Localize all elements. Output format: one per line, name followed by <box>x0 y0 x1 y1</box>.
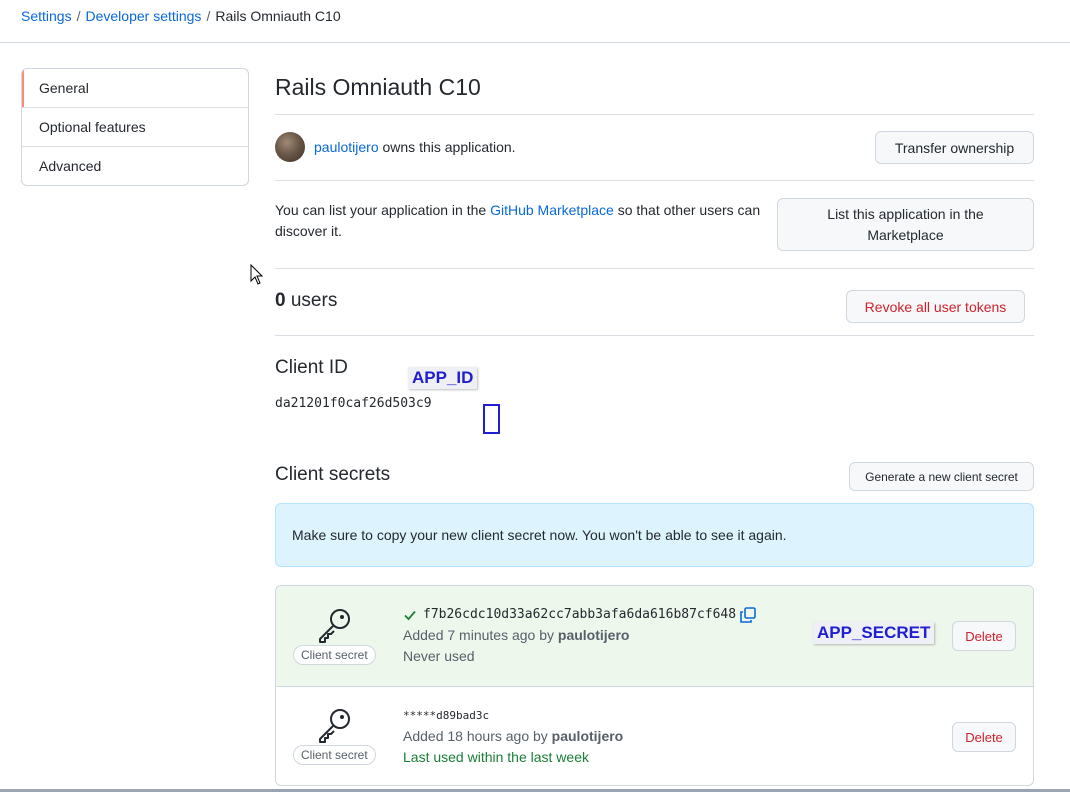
check-icon <box>404 610 416 620</box>
key-icon <box>319 609 350 643</box>
settings-sidebar: General Optional features Advanced <box>21 68 249 186</box>
flash-notice: Make sure to copy your new client secret… <box>275 503 1034 567</box>
delete-secret-button[interactable]: Delete <box>952 621 1016 651</box>
owner-row: paulotijero owns this application. <box>275 130 516 164</box>
text-cursor-box <box>483 404 500 434</box>
sidebar-item-general[interactable]: General <box>22 69 248 108</box>
sidebar-item-advanced[interactable]: Advanced <box>22 147 248 185</box>
breadcrumb-separator: / <box>206 8 211 24</box>
owner-suffix: owns this application. <box>382 139 516 155</box>
secret-added-by[interactable]: paulotijero <box>558 627 630 643</box>
owner-link[interactable]: paulotijero <box>314 139 379 155</box>
header-divider <box>0 42 1070 43</box>
page-title: Rails Omniauth C10 <box>275 74 481 100</box>
client-secrets-heading: Client secrets <box>275 464 391 485</box>
breadcrumb: Settings / Developer settings / Rails Omniau… <box>21 8 341 24</box>
breadcrumb-separator: / <box>76 8 81 24</box>
client-id-value[interactable]: da21201f0caf26d503c9 <box>275 396 432 411</box>
divider <box>275 335 1034 336</box>
marketplace-text: You can list your application in the Git… <box>275 200 780 242</box>
list-item: Client secret *****d89bad3c Added 18 hou… <box>276 687 1033 785</box>
secret-info: f7b26cdc10d33a62cc7abb3afa6da616b87cf648… <box>403 604 757 667</box>
app-id-annotation: APP_ID <box>408 367 478 389</box>
app-secret-annotation: APP_SECRET <box>813 622 935 644</box>
secret-usage: Last used within the last week <box>403 749 589 765</box>
list-item: Client secret f7b26cdc10d33a62cc7abb3afa… <box>276 586 1033 687</box>
users-count-number: 0 <box>275 290 286 311</box>
sidebar-item-optional-features[interactable]: Optional features <box>22 108 248 147</box>
users-count-label: users <box>290 290 338 311</box>
client-secret-label: Client secret <box>293 745 376 765</box>
secret-added-text: Added 18 hours ago by <box>403 728 548 744</box>
client-id-heading: Client ID <box>275 357 348 378</box>
owner-text: paulotijero owns this application. <box>314 139 516 155</box>
client-secret-label: Client secret <box>293 645 376 665</box>
divider <box>275 268 1034 269</box>
avatar[interactable] <box>275 132 305 162</box>
secret-value: *****d89bad3c <box>403 709 490 722</box>
mouse-cursor-icon <box>250 264 264 285</box>
breadcrumb-current: Rails Omniauth C10 <box>215 8 341 24</box>
secret-added-by[interactable]: paulotijero <box>552 728 624 744</box>
secret-value[interactable]: f7b26cdc10d33a62cc7abb3afa6da616b87cf648 <box>423 604 736 625</box>
delete-secret-button[interactable]: Delete <box>952 722 1016 752</box>
github-marketplace-link[interactable]: GitHub Marketplace <box>490 202 614 218</box>
list-in-marketplace-button[interactable]: List this application in the Marketplace <box>777 198 1034 251</box>
client-secrets-list: Client secret f7b26cdc10d33a62cc7abb3afa… <box>275 585 1034 786</box>
divider <box>275 180 1034 181</box>
key-icon <box>319 709 350 743</box>
breadcrumb-settings-link[interactable]: Settings <box>21 8 72 24</box>
marketplace-text-before: You can list your application in the <box>275 202 487 218</box>
divider <box>275 114 1034 115</box>
users-count: 0 users <box>275 290 337 312</box>
breadcrumb-developer-settings-link[interactable]: Developer settings <box>85 8 201 24</box>
copy-icon[interactable] <box>739 606 757 624</box>
revoke-all-user-tokens-button[interactable]: Revoke all user tokens <box>846 290 1025 323</box>
generate-client-secret-button[interactable]: Generate a new client secret <box>849 462 1034 491</box>
secret-info: *****d89bad3c Added 18 hours ago by paul… <box>403 705 623 768</box>
transfer-ownership-button[interactable]: Transfer ownership <box>875 131 1034 164</box>
secret-usage: Never used <box>403 648 475 664</box>
secret-added-text: Added 7 minutes ago by <box>403 627 554 643</box>
